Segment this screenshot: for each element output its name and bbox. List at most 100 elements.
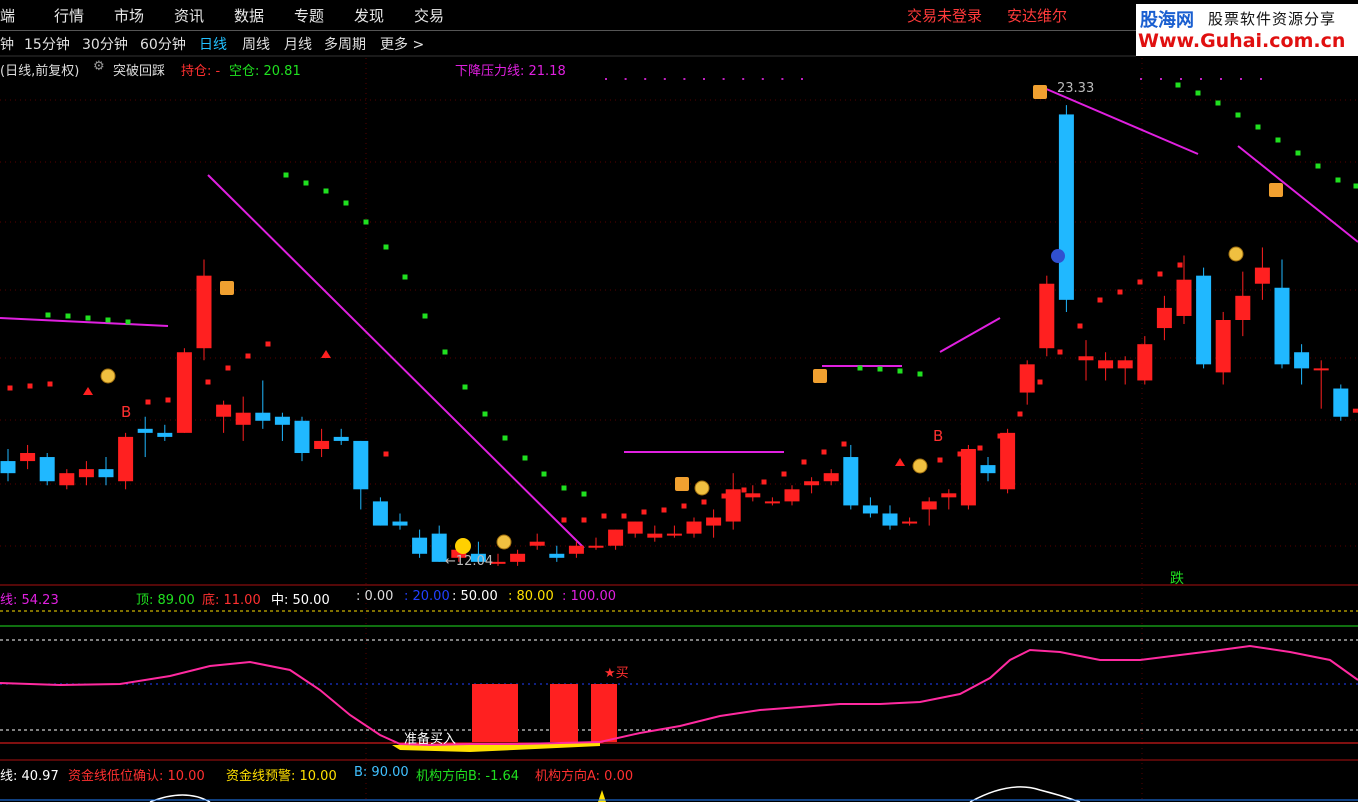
sar-dot-red-13 xyxy=(601,513,607,519)
fall-signal: 跌 xyxy=(1170,571,1184,587)
candle-body-64 xyxy=(1254,267,1270,284)
sub2-inst-dir-b: 机构方向B: -1.64 xyxy=(416,769,520,784)
top-dot-5 xyxy=(703,78,705,80)
sar-dot-red-2 xyxy=(47,381,53,387)
sub2-inst-dir-a: 机构方向A: 0.00 xyxy=(535,769,634,784)
sar-dot-red-18 xyxy=(701,499,707,505)
sar-dot-red-32 xyxy=(1057,349,1063,355)
sar-dot-red-3 xyxy=(145,399,151,405)
prepare-buy-label: 准备买入 xyxy=(404,732,457,747)
sub1-level-80: : 80.00 xyxy=(508,589,554,604)
pressure-line-1 xyxy=(207,174,585,549)
candle-body-1 xyxy=(20,453,36,462)
candle-body-67 xyxy=(1313,368,1329,371)
sar-dot-red-23 xyxy=(801,459,807,465)
indicator-name[interactable]: 突破回踩 xyxy=(113,60,165,79)
sar-dot-red-15 xyxy=(641,509,647,515)
sar-dot-red-26 xyxy=(937,457,943,463)
settings-icon[interactable]: ⚙ xyxy=(93,59,105,74)
top-dot-r-0 xyxy=(1140,78,1142,80)
top-dot-r-6 xyxy=(1260,78,1262,80)
sar-dot-green-30 xyxy=(1275,137,1281,143)
buy-column-1 xyxy=(550,684,578,742)
candle-body-4 xyxy=(78,469,94,478)
sar-dot-red-35 xyxy=(1117,289,1123,295)
sar-dot-green-19 xyxy=(561,485,567,491)
signal-sign-icon-4 xyxy=(1269,183,1283,197)
candle-body-66 xyxy=(1294,352,1310,369)
candle-body-42 xyxy=(823,473,839,482)
sar-dot-green-6 xyxy=(303,180,309,186)
sub2-low-confirm: 资金线低位确认: 10.00 xyxy=(68,769,205,784)
sar-dot-red-38 xyxy=(1177,262,1183,268)
top-dot-r-4 xyxy=(1220,78,1222,80)
sar-dot-red-1 xyxy=(27,383,33,389)
candle-body-37 xyxy=(725,489,741,522)
sar-dot-red-7 xyxy=(225,365,231,371)
pressure-line-4 xyxy=(939,317,1001,353)
up-arrow-icon-0 xyxy=(83,387,93,395)
pressure-line-label: 下降压力线: 21.18 xyxy=(455,64,566,79)
sar-dot-green-14 xyxy=(462,384,468,390)
sar-dot-red-25 xyxy=(841,441,847,447)
candle-body-61 xyxy=(1196,275,1212,365)
sar-dot-red-11 xyxy=(561,517,567,523)
candle-body-41 xyxy=(804,481,820,486)
sar-dot-green-2 xyxy=(85,315,91,321)
sad-face-icon xyxy=(1051,249,1065,263)
candle-body-52 xyxy=(1019,364,1035,393)
candle-body-3 xyxy=(59,473,75,486)
top-dot-9 xyxy=(781,78,784,80)
candle-body-53 xyxy=(1039,283,1055,349)
sub1-level-20: : 20.00 xyxy=(404,589,450,604)
sar-dot-green-1 xyxy=(65,313,71,319)
top-dot-r-1 xyxy=(1160,78,1162,80)
candle-body-2 xyxy=(39,457,55,482)
empty-label: 空仓: 20.81 xyxy=(229,64,301,79)
candle-body-32 xyxy=(627,521,643,534)
sar-dot-red-33 xyxy=(1077,323,1083,329)
up-arrow-icon-1 xyxy=(321,350,331,358)
sar-dot-green-32 xyxy=(1315,163,1321,169)
sar-dot-red-6 xyxy=(205,379,211,385)
top-dot-7 xyxy=(742,78,745,80)
money-bag-icon-1 xyxy=(496,534,512,550)
candle-body-58 xyxy=(1137,344,1153,381)
sub1-bottom-value: 底: 11.00 xyxy=(202,593,261,608)
sar-dot-green-28 xyxy=(1235,112,1241,118)
candle-body-62 xyxy=(1215,320,1231,373)
candle-body-50 xyxy=(980,465,996,474)
candle-body-10 xyxy=(196,275,212,349)
pressure-line-6 xyxy=(1237,145,1358,243)
sub2-curve-left xyxy=(149,794,211,802)
top-dot-0 xyxy=(605,78,607,80)
sub1-mid-value: 中: 50.00 xyxy=(271,593,330,608)
sar-dot-green-21 xyxy=(857,365,863,371)
candle-body-19 xyxy=(372,501,388,526)
sar-dot-green-29 xyxy=(1255,124,1261,130)
signal-sign-icon-1 xyxy=(675,477,689,491)
sar-dot-green-31 xyxy=(1295,150,1301,156)
candle-body-12 xyxy=(235,412,251,425)
sub1-line-value: 线: 54.23 xyxy=(0,593,59,608)
signal-sign-icon-3 xyxy=(1033,85,1047,99)
kline-chart[interactable] xyxy=(0,0,1358,802)
candle-body-57 xyxy=(1117,360,1133,369)
sar-dot-green-24 xyxy=(917,371,923,377)
candle-body-63 xyxy=(1235,295,1251,320)
sar-dot-red-9 xyxy=(265,341,271,347)
money-bag-icon-4 xyxy=(1228,246,1244,262)
sar-dot-green-22 xyxy=(877,366,883,372)
pressure-line-0 xyxy=(0,317,169,327)
top-dot-8 xyxy=(761,78,764,80)
candle-body-26 xyxy=(510,553,526,562)
sar-dot-green-33 xyxy=(1335,177,1341,183)
top-dot-r-5 xyxy=(1240,78,1242,80)
sub2-line-value: 线: 40.97 xyxy=(0,769,59,784)
candle-body-18 xyxy=(353,440,369,490)
sar-dot-green-27 xyxy=(1215,100,1221,106)
top-dot-1 xyxy=(624,78,627,80)
sar-dot-green-20 xyxy=(581,491,587,497)
candle-body-13 xyxy=(255,412,271,421)
sar-dot-red-21 xyxy=(761,479,767,485)
